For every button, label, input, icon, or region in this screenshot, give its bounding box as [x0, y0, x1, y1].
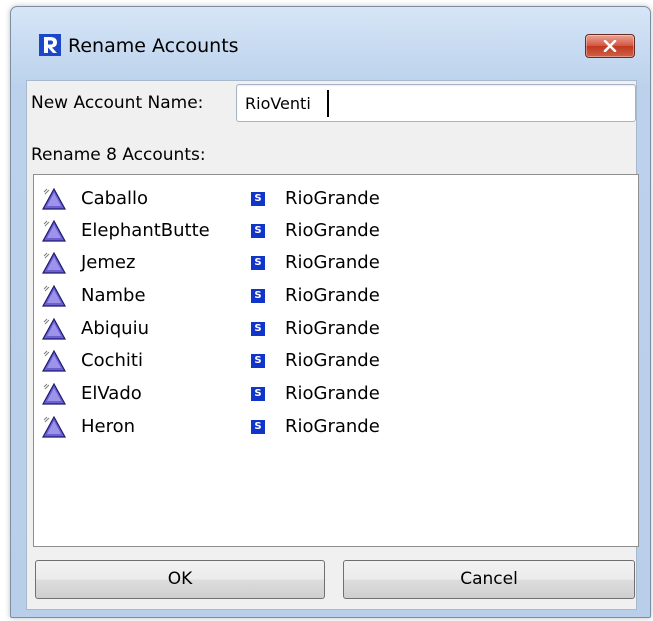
cancel-button[interactable]: Cancel [343, 560, 635, 599]
accounts-list[interactable]: Caballo S RioGrande ElephantButte S RioGrande… [33, 174, 639, 547]
reservoir-icon [41, 382, 67, 405]
reservoir-icon [41, 284, 67, 307]
account-name: RioGrande [285, 350, 380, 371]
account-row[interactable]: Abiquiu S RioGrande [34, 313, 638, 347]
account-name: RioGrande [285, 188, 380, 209]
storage-account-icon: S [251, 224, 265, 238]
account-name: RioGrande [285, 285, 380, 306]
text-caret [327, 90, 329, 117]
object-name: Jemez [81, 252, 136, 273]
reservoir-icon [41, 415, 67, 438]
storage-account-icon: S [251, 420, 265, 434]
storage-account-icon: S [251, 192, 265, 206]
reservoir-icon [41, 219, 67, 242]
object-name: Abiquiu [81, 318, 149, 339]
account-row[interactable]: Heron S RioGrande [34, 411, 638, 445]
account-name: RioGrande [285, 220, 380, 241]
title-bar[interactable]: Rename Accounts [11, 7, 650, 81]
object-name: Heron [81, 416, 136, 437]
account-name: RioGrande [285, 318, 380, 339]
account-row[interactable]: Caballo S RioGrande [34, 183, 638, 217]
close-button[interactable] [585, 34, 635, 58]
object-name: ElVado [81, 383, 142, 404]
storage-account-icon: S [251, 322, 265, 336]
account-row[interactable]: Cochiti S RioGrande [34, 345, 638, 379]
reservoir-icon [41, 187, 67, 210]
new-account-name-label: New Account Name: [31, 93, 204, 113]
rename-count-label: Rename 8 Accounts: [31, 145, 206, 165]
account-row[interactable]: Nambe S RioGrande [34, 280, 638, 314]
account-row[interactable]: ElephantButte S RioGrande [34, 215, 638, 249]
reservoir-icon [41, 317, 67, 340]
storage-account-icon: S [251, 387, 265, 401]
account-name: RioGrande [285, 416, 380, 437]
new-account-name-value: RioVenti [245, 94, 311, 113]
storage-account-icon: S [251, 354, 265, 368]
account-name: RioGrande [285, 252, 380, 273]
object-name: Caballo [81, 188, 149, 209]
account-name: RioGrande [285, 383, 380, 404]
account-row[interactable]: Jemez S RioGrande [34, 247, 638, 281]
storage-account-icon: S [251, 256, 265, 270]
dialog-title: Rename Accounts [68, 35, 239, 57]
reservoir-icon [41, 349, 67, 372]
account-row[interactable]: ElVado S RioGrande [34, 378, 638, 412]
riverware-logo-icon [39, 34, 61, 56]
close-icon [603, 40, 617, 52]
object-name: Cochiti [81, 350, 143, 371]
object-name: Nambe [81, 285, 146, 306]
reservoir-icon [41, 251, 67, 274]
ok-button[interactable]: OK [35, 560, 325, 599]
storage-account-icon: S [251, 289, 265, 303]
object-name: ElephantButte [81, 220, 210, 241]
